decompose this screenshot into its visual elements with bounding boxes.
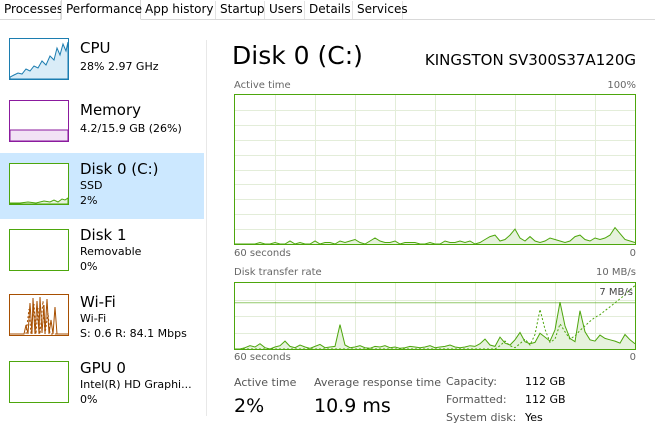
tab-performance[interactable]: Performance — [61, 0, 142, 20]
wifi-thumbnail-graph — [9, 294, 69, 336]
wifi-adapter-text: Wi-Fi — [80, 312, 107, 325]
system-disk-value: Yes — [525, 411, 543, 424]
response-time-stat-label: Average response time — [314, 376, 441, 389]
sidebar-divider — [206, 40, 207, 416]
page-title: Disk 0 (C:) — [232, 41, 363, 70]
sidebar-item-name: GPU 0 — [80, 359, 126, 377]
sidebar-item-cpu[interactable]: CPU 28% 2.97 GHz — [0, 34, 204, 100]
transfer-rate-graph — [234, 282, 636, 350]
capacity-value: 112 GB — [525, 375, 566, 388]
disk0-usage-text: 2% — [80, 194, 98, 207]
formatted-value: 112 GB — [525, 393, 566, 406]
transfer-rate-duration-label: 60 seconds — [234, 352, 291, 363]
transfer-rate-max-label: 10 MB/s — [596, 267, 636, 278]
memory-usage-text: 4.2/15.9 GB (26%) — [80, 122, 182, 135]
tab-details[interactable]: Details — [305, 1, 353, 19]
active-time-min-label: 0 — [629, 248, 636, 259]
sidebar-item-disk-1[interactable]: Disk 1 Removable 0% — [0, 221, 204, 287]
sidebar-item-name: CPU — [80, 39, 111, 57]
gpu-thumbnail-graph — [9, 361, 69, 403]
active-time-duration-label: 60 seconds — [234, 248, 291, 259]
resource-sidebar: CPU 28% 2.97 GHz Memory 4.2/15.9 GB (26%… — [0, 20, 206, 416]
active-time-graph-label: Active time — [234, 80, 291, 91]
formatted-label: Formatted: — [446, 393, 507, 406]
cpu-usage-text: 28% 2.97 GHz — [80, 60, 159, 73]
sidebar-item-name: Memory — [80, 101, 142, 119]
system-disk-label: System disk: — [446, 411, 517, 424]
active-time-stat-label: Active time — [234, 376, 297, 389]
tab-bar: Processes Performance App history Startu… — [0, 0, 655, 20]
sidebar-item-gpu-0[interactable]: GPU 0 Intel(R) HD Graphi... 0% — [0, 356, 204, 422]
capacity-label: Capacity: — [446, 375, 497, 388]
disk-model-name: KINGSTON SV300S37A120G — [424, 51, 636, 69]
sidebar-item-name: Disk 1 — [80, 226, 127, 244]
response-time-stat-value: 10.9 ms — [314, 395, 391, 417]
disk1-thumbnail-graph — [9, 229, 69, 271]
memory-thumbnail-graph — [9, 100, 69, 142]
transfer-rate-min-label: 0 — [629, 352, 636, 363]
gpu-usage-text: 0% — [80, 393, 98, 406]
active-time-stat-value: 2% — [234, 395, 265, 417]
sidebar-item-wifi[interactable]: Wi-Fi Wi-Fi S: 0.6 R: 84.1 Mbps — [0, 288, 204, 354]
wifi-throughput-text: S: 0.6 R: 84.1 Mbps — [80, 327, 187, 340]
active-time-graph — [234, 94, 636, 245]
tab-services[interactable]: Services — [353, 1, 408, 19]
tab-users[interactable]: Users — [265, 1, 305, 19]
transfer-rate-graph-label: Disk transfer rate — [234, 267, 322, 278]
disk1-usage-text: 0% — [80, 260, 98, 273]
disk1-type-text: Removable — [80, 245, 142, 258]
active-time-max-label: 100% — [607, 80, 636, 91]
cpu-thumbnail-graph — [9, 38, 69, 80]
gpu-model-text: Intel(R) HD Graphi... — [80, 378, 192, 391]
tab-startup[interactable]: Startup — [216, 1, 265, 19]
sidebar-item-name: Disk 0 (C:) — [80, 160, 159, 178]
transfer-rate-secondary-label: 7 MB/s — [599, 287, 633, 298]
disk0-thumbnail-graph — [9, 163, 69, 205]
disk0-type-text: SSD — [80, 179, 103, 192]
tab-processes[interactable]: Processes — [0, 1, 63, 19]
sidebar-item-disk-0[interactable]: Disk 0 (C:) SSD 2% — [0, 153, 204, 219]
tab-app-history[interactable]: App history — [141, 1, 216, 19]
sidebar-item-name: Wi-Fi — [80, 293, 116, 311]
